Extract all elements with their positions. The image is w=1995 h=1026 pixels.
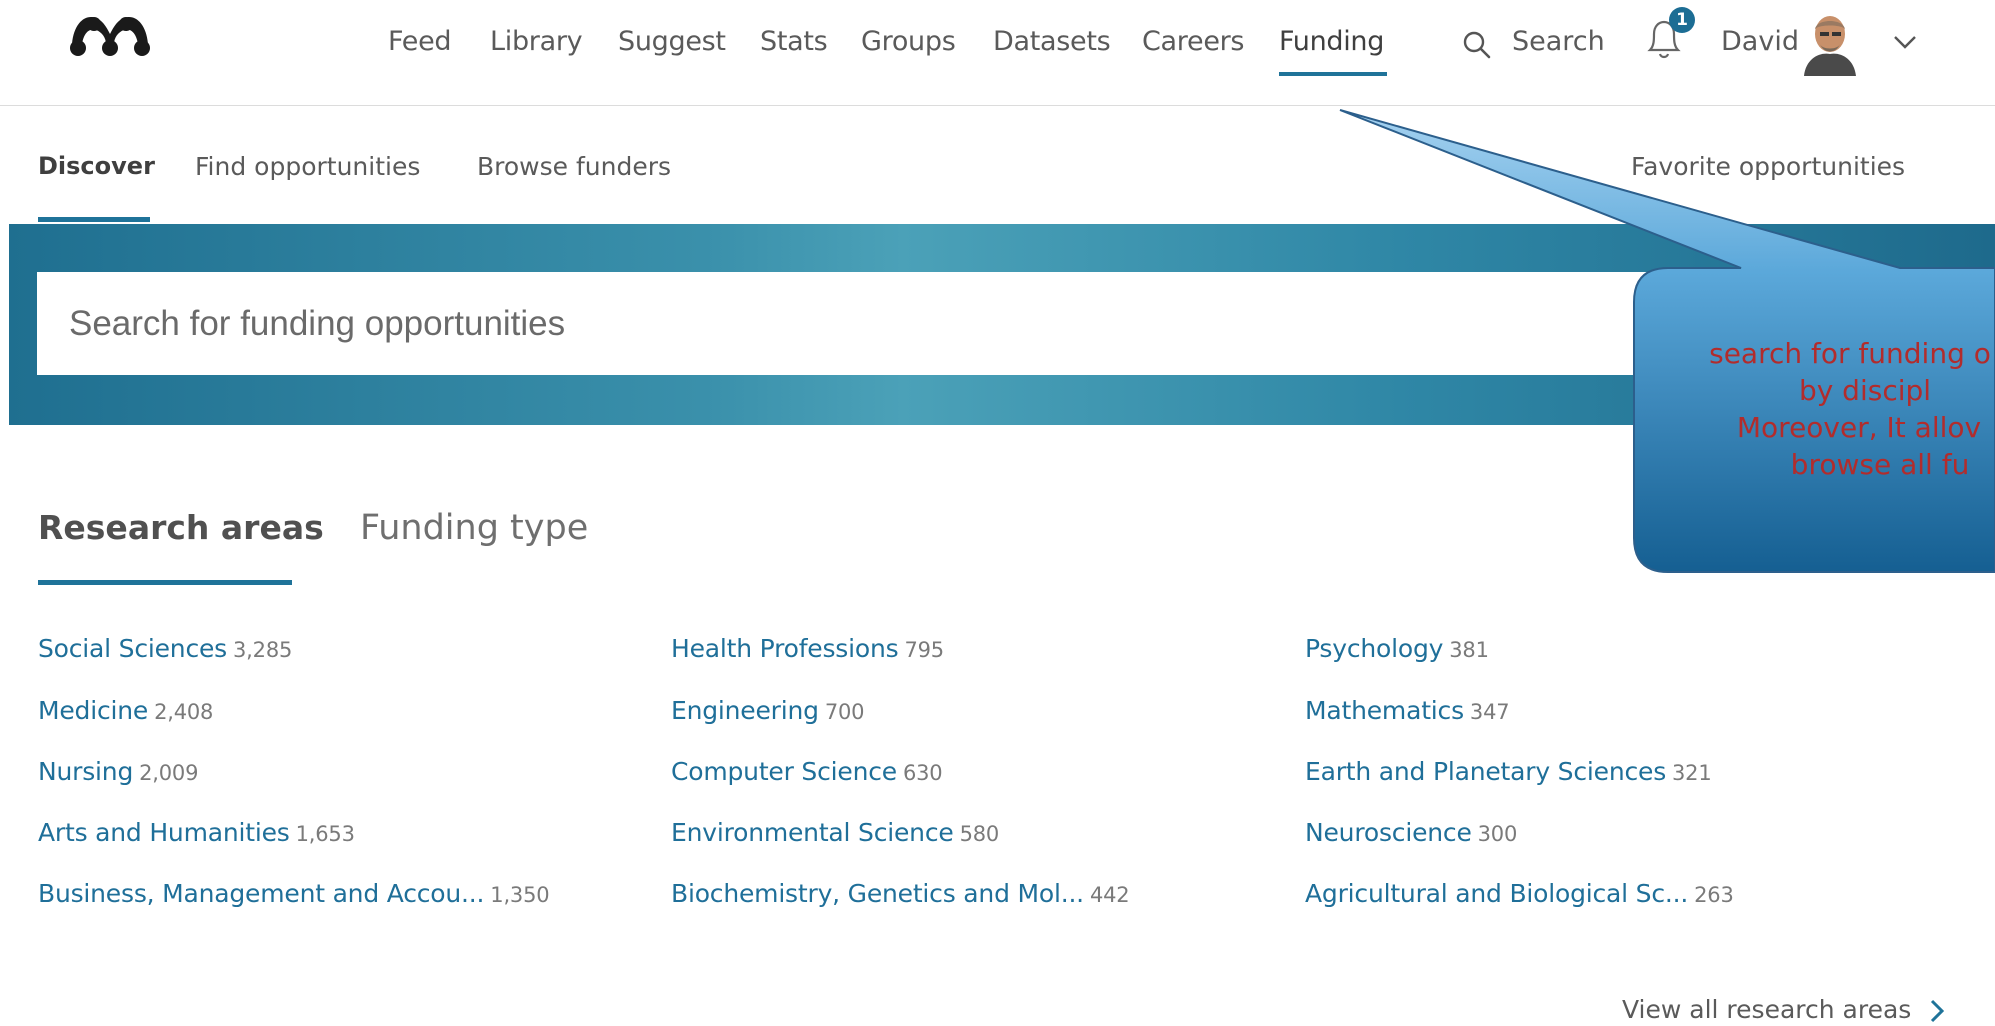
header-search-label: Search — [1512, 26, 1605, 57]
subnav-browse-funders[interactable]: Browse funders — [477, 152, 671, 181]
nav-groups[interactable]: Groups — [861, 26, 956, 57]
area-count: 381 — [1449, 638, 1489, 662]
nav-datasets[interactable]: Datasets — [993, 26, 1111, 57]
area-count: 580 — [959, 822, 1000, 846]
callout-line: search for funding o — [1709, 337, 1991, 370]
area-count: 795 — [904, 638, 944, 662]
area-count: 263 — [1694, 883, 1734, 907]
research-area-link[interactable]: Biochemistry, Genetics and Mol... 442 — [671, 879, 1130, 908]
research-area-link[interactable]: Earth and Planetary Sciences 321 — [1305, 757, 1712, 786]
callout-line: by discipl — [1798, 374, 1932, 407]
nav-library[interactable]: Library — [490, 26, 583, 57]
area-count: 2,408 — [154, 700, 214, 724]
area-name: Business, Management and Accou... — [38, 879, 485, 908]
research-area-link[interactable]: Social Sciences 3,285 — [38, 634, 292, 663]
area-count: 1,653 — [295, 822, 355, 846]
callout-line: Moreover, It allov — [1736, 411, 1982, 444]
area-name: Neuroscience — [1305, 818, 1472, 847]
area-name: Engineering — [671, 696, 819, 725]
mendeley-logo-icon[interactable] — [64, 8, 156, 60]
research-area-link[interactable]: Mathematics 347 — [1305, 696, 1510, 725]
nav-stats[interactable]: Stats — [760, 26, 828, 57]
view-all-research-areas-link[interactable]: View all research areas — [1622, 995, 1945, 1024]
area-name: Mathematics — [1305, 696, 1464, 725]
area-count: 347 — [1469, 700, 1510, 724]
tab-funding-type[interactable]: Funding type — [360, 508, 588, 548]
search-icon — [1463, 31, 1491, 59]
research-area-link[interactable]: Environmental Science 580 — [671, 818, 999, 847]
subnav-find-opportunities[interactable]: Find opportunities — [195, 152, 420, 181]
research-area-link[interactable]: Business, Management and Accou... 1,350 — [38, 879, 550, 908]
area-name: Social Sciences — [38, 634, 228, 663]
research-area-link[interactable]: Agricultural and Biological Sc... 263 — [1305, 879, 1734, 908]
view-all-label: View all research areas — [1622, 995, 1912, 1024]
area-name: Arts and Humanities — [38, 818, 290, 847]
area-count: 630 — [902, 761, 943, 785]
area-name: Psychology — [1305, 634, 1444, 663]
research-area-link[interactable]: Computer Science 630 — [671, 757, 943, 786]
active-nav-indicator — [1279, 72, 1387, 76]
nav-careers[interactable]: Careers — [1142, 26, 1245, 57]
area-count: 3,285 — [233, 638, 293, 662]
area-name: Nursing — [38, 757, 134, 786]
active-subnav-indicator — [38, 217, 150, 222]
research-area-link[interactable]: Neuroscience 300 — [1305, 818, 1517, 847]
research-area-link[interactable]: Medicine 2,408 — [38, 696, 213, 725]
area-count: 2,009 — [139, 761, 199, 785]
nav-feed[interactable]: Feed — [388, 26, 452, 57]
area-name: Agricultural and Biological Sc... — [1305, 879, 1689, 908]
area-count: 300 — [1477, 822, 1518, 846]
tab-research-areas[interactable]: Research areas — [38, 508, 324, 547]
subnav-favorite-opportunities[interactable]: Favorite opportunities — [1631, 152, 1905, 181]
research-area-link[interactable]: Engineering 700 — [671, 696, 864, 725]
callout-text: search for funding o by discipl Moreover… — [1640, 335, 1995, 483]
area-count: 700 — [824, 700, 865, 724]
user-name[interactable]: David — [1721, 26, 1799, 57]
area-name: Health Professions — [671, 634, 899, 663]
area-name: Environmental Science — [671, 818, 954, 847]
research-area-link[interactable]: Nursing 2,009 — [38, 757, 198, 786]
research-area-link[interactable]: Arts and Humanities 1,653 — [38, 818, 355, 847]
area-name: Biochemistry, Genetics and Mol... — [671, 879, 1084, 908]
notification-badge: 1 — [1669, 7, 1695, 33]
research-area-link[interactable]: Health Professions 795 — [671, 634, 944, 663]
area-name: Medicine — [38, 696, 149, 725]
callout-line: browse all fu — [1790, 448, 1970, 481]
area-name: Computer Science — [671, 757, 897, 786]
area-count: 442 — [1089, 883, 1130, 907]
top-navigation-bar: Feed Library Suggest Stats Groups Datase… — [0, 0, 1995, 106]
research-area-link[interactable]: Psychology 381 — [1305, 634, 1489, 663]
active-tab-indicator — [38, 580, 292, 585]
avatar[interactable] — [1802, 10, 1858, 76]
chevron-right-icon — [1931, 999, 1945, 1023]
nav-suggest[interactable]: Suggest — [618, 26, 726, 57]
chevron-down-icon[interactable] — [1893, 34, 1917, 50]
area-count: 1,350 — [490, 883, 550, 907]
area-count: 321 — [1672, 761, 1712, 785]
area-name: Earth and Planetary Sciences — [1305, 757, 1667, 786]
nav-funding[interactable]: Funding — [1279, 26, 1384, 57]
subnav-discover[interactable]: Discover — [38, 152, 155, 180]
funding-subnav: Discover Find opportunities Browse funde… — [0, 106, 1995, 224]
